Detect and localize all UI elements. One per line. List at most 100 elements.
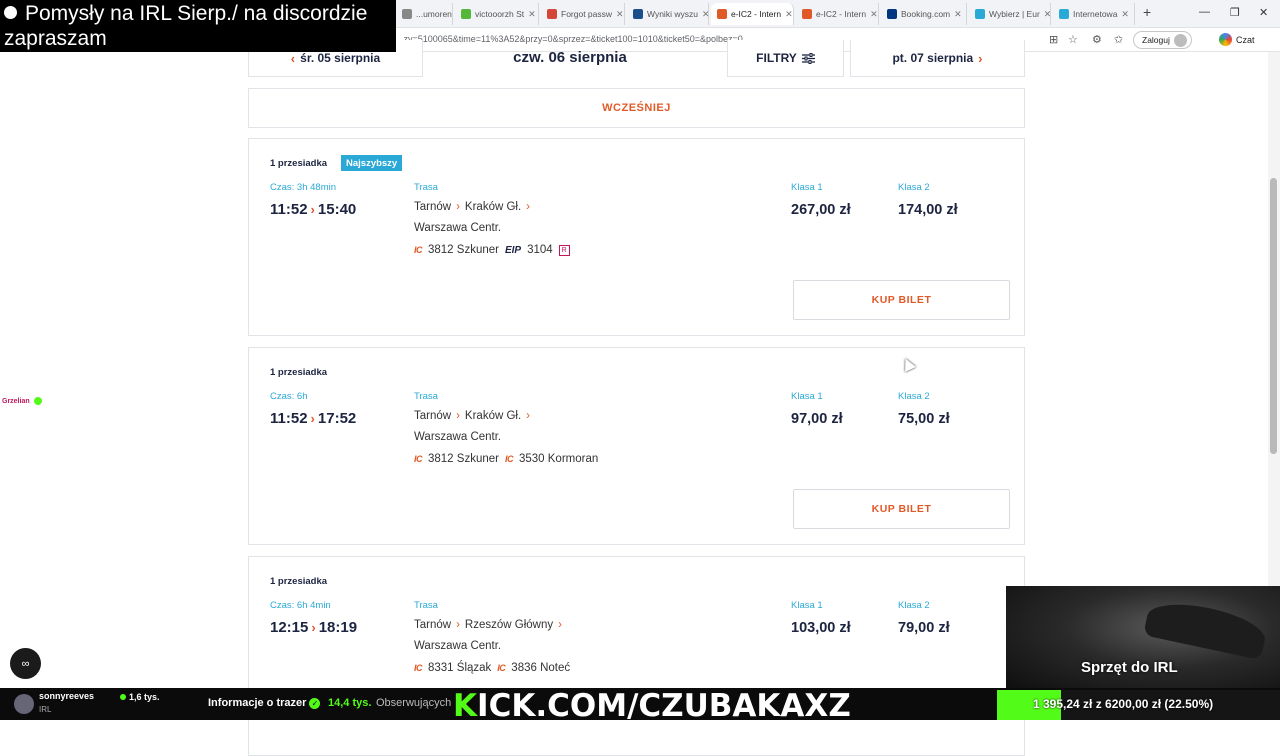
overlay-line2: zapraszam (4, 27, 107, 50)
route-stop: Warszawa Centr. (414, 640, 502, 652)
filters-button[interactable]: FILTRY (727, 40, 844, 77)
side-chat-message: Grzelian (2, 397, 42, 405)
buy-ticket-button[interactable]: KUP BILET (793, 489, 1010, 529)
maximize-icon[interactable]: ❐ (1230, 6, 1240, 19)
browser-tab[interactable]: Wybierz | Eur ✕ (969, 3, 1051, 25)
connection-card[interactable]: 1 przesiadka Najszybszy Czas: 3h 48min Tras… (248, 138, 1025, 336)
close-tab-icon[interactable]: ✕ (785, 9, 793, 20)
chat-label: Czat (1236, 34, 1255, 45)
train-name: 3104 (527, 244, 553, 256)
theater-mode-button[interactable]: ∞ (10, 648, 41, 679)
browser-tab[interactable]: Internetowa ✕ (1053, 3, 1135, 25)
route: Tarnów › Rzeszów Główny › Warszawa Centr. (414, 615, 567, 657)
chevron-right-icon: › (558, 619, 562, 631)
scrollbar-thumb[interactable] (1270, 178, 1277, 454)
train-name: 3530 Kormoran (518, 453, 599, 465)
tab-label: victooorzh St (475, 9, 525, 19)
copilot-chat-button[interactable]: Czat (1219, 33, 1255, 46)
train-name: 3812 Szkuner (428, 453, 499, 465)
tab-label: ...umorena (416, 9, 453, 19)
train-list: IC 3812 Szkuner EIP 3104 R (414, 244, 570, 256)
profile-avatar-icon (1173, 33, 1187, 47)
donation-goal-text: 1 395,24 zł z 6200,00 zł (22.50%) (1033, 697, 1214, 711)
browser-tab[interactable]: Wyniki wyszu ✕ (627, 3, 709, 25)
followers-label: Obserwujących (376, 697, 452, 709)
train-name: 3812 Szkuner (428, 244, 499, 256)
arrival-time: 17:52 (317, 410, 357, 427)
close-tab-icon[interactable]: ✕ (702, 9, 708, 20)
chevron-left-icon: ‹ (290, 50, 296, 66)
route: Tarnów › Kraków Gł. › Warszawa Centr. (414, 197, 535, 239)
arrow-right-icon: › (310, 411, 315, 426)
connection-card[interactable]: 1 przesiadka Czas: 6h Trasa Klasa 1 Klasa 2 1… (248, 347, 1025, 545)
browser-tab[interactable]: e-IC2 - Intern ✕ (711, 3, 794, 25)
favorites-icon[interactable]: ✩ (1114, 33, 1123, 46)
chat-username: Grzelian (2, 397, 30, 405)
live-dot-icon (120, 694, 126, 700)
login-button[interactable]: Zaloguj (1133, 31, 1192, 49)
class1-label: Klasa 1 (791, 600, 823, 611)
current-date: czw. 06 sierpnia (513, 49, 627, 66)
ic-logo-icon: IC (414, 663, 423, 673)
tab-favicon-icon (802, 9, 812, 19)
streamer-name[interactable]: sonnyreeves (39, 691, 94, 701)
close-tab-icon[interactable]: ✕ (1121, 9, 1129, 20)
earlier-button[interactable]: WCZEŚNIEJ (248, 88, 1025, 128)
close-window-icon[interactable]: ✕ (1259, 6, 1268, 19)
apps-icon[interactable]: ⊞ (1049, 33, 1058, 46)
eip-logo-icon: EIP (504, 244, 522, 256)
duration-label: Czas: 6h 4min (270, 600, 331, 611)
overlay-line1: Pomysły na IRL Sierp./ na discordzie (25, 2, 368, 25)
times: 11:52 › 17:52 (270, 410, 356, 427)
info-link[interactable]: Informacje o trazer ✓ (208, 697, 321, 709)
tab-label: Wybierz | Eur (989, 9, 1040, 19)
copilot-icon (1219, 33, 1232, 46)
extensions-icon[interactable]: ⚙ (1092, 33, 1102, 46)
browser-tab[interactable]: ...umorena✕ (396, 3, 453, 25)
stream-category[interactable]: IRL (39, 705, 51, 714)
class1-price: 97,00 zł (791, 411, 843, 427)
minimize-icon[interactable]: — (1199, 6, 1210, 18)
duration-label: Czas: 3h 48min (270, 182, 337, 193)
close-tab-icon[interactable]: ✕ (870, 9, 878, 20)
next-day-button[interactable]: pt. 07 sierpnia › (850, 40, 1025, 77)
chevron-right-icon: › (526, 201, 531, 213)
route-stop: Tarnów (414, 410, 452, 422)
arrow-right-icon: › (310, 202, 315, 217)
buy-ticket-button[interactable]: KUP BILET (793, 280, 1010, 320)
route-label: Trasa (414, 182, 438, 193)
tab-favicon-icon (1059, 9, 1069, 19)
url-input[interactable]: ...zy=5100065&time=11%3A52&przy=0&sprzez… (396, 34, 743, 44)
route-stop: Kraków Gł. (464, 201, 522, 213)
tab-favicon-icon (461, 9, 471, 19)
browser-tab[interactable]: victooorzh St ✕ (455, 3, 539, 25)
streamer-avatar[interactable] (14, 694, 34, 714)
tab-label: e-IC2 - Intern (816, 9, 867, 19)
connection-card[interactable]: 1 przesiadka Czas: 6h 4min Trasa Klasa 1 Kla… (248, 556, 1025, 756)
train-list: IC 3812 Szkuner IC 3530 Kormoran (414, 453, 598, 465)
new-tab-button[interactable]: + (1143, 4, 1151, 20)
webcam-label: Sprzęt do IRL (1081, 659, 1178, 676)
webcam-cap (1143, 595, 1269, 661)
browser-tab[interactable]: Booking.com ✕ (881, 3, 967, 25)
route-stop: Tarnów (414, 619, 452, 631)
close-tab-icon[interactable]: ✕ (616, 9, 624, 20)
route: Tarnów › Kraków Gł. › Warszawa Centr. (414, 406, 535, 448)
close-tab-icon[interactable]: ✕ (954, 9, 962, 20)
sliders-icon (801, 52, 815, 64)
followers-count: 14,4 tys. (328, 697, 372, 709)
browser-tab[interactable]: e-IC2 - Intern ✕ (796, 3, 879, 25)
route-stop: Rzeszów Główny (464, 619, 554, 631)
tab-favicon-icon (887, 9, 897, 19)
favorite-star-icon[interactable]: ☆ (1068, 33, 1078, 46)
class1-label: Klasa 1 (791, 391, 823, 402)
browser-tab[interactable]: Forgot passw ✕ (541, 3, 625, 25)
login-label: Zaloguj (1142, 35, 1170, 45)
close-tab-icon[interactable]: ✕ (1044, 9, 1050, 20)
chevron-right-icon: › (456, 410, 460, 422)
tab-label: Booking.com (901, 9, 951, 19)
viewer-count-value: 1,6 tys. (129, 692, 160, 702)
close-tab-icon[interactable]: ✕ (528, 9, 536, 20)
route-stop: Kraków Gł. (464, 410, 522, 422)
kick-brand-k: K (453, 688, 478, 724)
